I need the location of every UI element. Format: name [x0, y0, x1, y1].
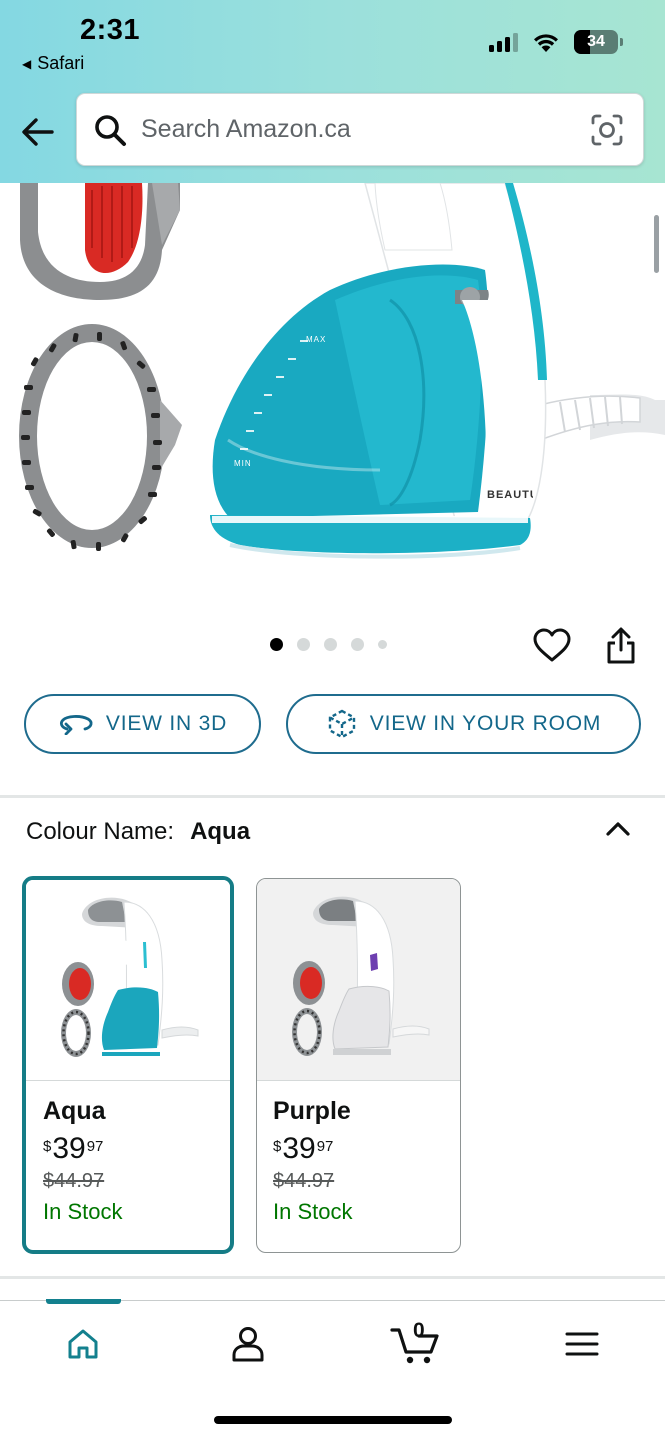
colour-label: Colour Name:	[26, 818, 175, 845]
colour-selector-header: Colour Name: Aqua	[26, 818, 250, 846]
back-app-label: Safari	[37, 53, 85, 73]
nav-account[interactable]	[213, 1319, 283, 1369]
rotate-3d-icon	[59, 715, 93, 735]
home-icon	[68, 1329, 98, 1359]
brand-mark: BEAUTURAL	[487, 489, 533, 501]
heart-icon[interactable]	[532, 626, 572, 666]
chevron-up-icon[interactable]	[602, 813, 634, 845]
arrow-left-icon[interactable]	[18, 112, 58, 152]
option-price: $ 39 97	[43, 1132, 104, 1165]
option-price: $ 39 97	[273, 1132, 334, 1165]
view-in-3d-label: VIEW IN 3D	[105, 712, 228, 735]
colour-option-aqua[interactable]: Aqua $ 39 97 $44.97 In Stock	[22, 876, 234, 1254]
colour-option-purple[interactable]: Purple $ 39 97 $44.97 In Stock	[256, 878, 461, 1253]
tank-max-label: MAX	[306, 335, 327, 344]
hamburger-icon	[565, 1332, 599, 1356]
colour-option-name: Purple	[273, 1097, 351, 1125]
cellular-signal-icon	[489, 32, 518, 52]
product-photo	[19, 183, 665, 559]
section-divider	[0, 795, 665, 798]
nav-menu[interactable]	[547, 1319, 617, 1369]
nav-cart[interactable]: 0	[380, 1319, 450, 1369]
steamer-thumbnail	[61, 897, 199, 1057]
bristle-ring-attachment	[19, 324, 182, 551]
view-in-your-room-label: VIEW IN YOUR ROOM	[369, 712, 602, 735]
home-indicator[interactable]	[214, 1416, 452, 1424]
option-list-price: $44.97	[273, 1170, 335, 1192]
view-in-3d-button[interactable]: VIEW IN 3D	[24, 694, 261, 754]
search-input[interactable]	[141, 115, 589, 144]
cart-count-badge: 0	[413, 1319, 425, 1342]
swatch-thumbnail	[257, 879, 460, 1081]
option-availability: In Stock	[273, 1199, 353, 1224]
app-header: 2:31 ◀ Safari 34	[0, 0, 665, 183]
carousel-dot[interactable]	[270, 638, 283, 651]
view-in-your-room-button[interactable]: VIEW IN YOUR ROOM	[286, 694, 641, 754]
wifi-icon	[534, 34, 558, 52]
page-scrollbar[interactable]	[654, 215, 659, 273]
image-carousel-dots[interactable]	[270, 638, 387, 651]
carousel-dot[interactable]	[324, 638, 337, 651]
search-bar[interactable]	[76, 93, 644, 166]
camera-lens-icon[interactable]	[589, 112, 625, 148]
colour-selected-value: Aqua	[190, 818, 251, 845]
status-icons: 34	[489, 30, 623, 54]
carousel-dot[interactable]	[378, 640, 387, 649]
share-icon[interactable]	[601, 626, 641, 666]
back-triangle-icon: ◀	[22, 56, 32, 71]
status-time: 2:31	[80, 14, 141, 46]
colour-option-name: Aqua	[43, 1097, 106, 1125]
product-image[interactable]: MAX MIN BEAUTURAL	[0, 183, 665, 603]
steamer-thumbnail	[292, 896, 430, 1056]
steamer-body	[210, 183, 665, 559]
battery-level: 34	[587, 33, 605, 50]
magnifier-icon[interactable]	[93, 113, 127, 147]
carousel-dot[interactable]	[297, 638, 310, 651]
red-brush-attachment	[20, 183, 180, 300]
back-to-app-link[interactable]: ◀ Safari	[22, 53, 84, 74]
ar-cube-icon	[328, 709, 355, 739]
option-availability: In Stock	[43, 1199, 123, 1224]
carousel-dot[interactable]	[351, 638, 364, 651]
section-divider	[0, 1276, 665, 1279]
person-icon	[232, 1327, 264, 1362]
battery-indicator: 34	[574, 30, 623, 54]
option-list-price: $44.97	[43, 1170, 105, 1192]
nav-home[interactable]	[48, 1319, 118, 1369]
active-tab-indicator	[46, 1299, 121, 1304]
tank-min-label: MIN	[234, 459, 252, 468]
swatch-thumbnail	[26, 880, 230, 1081]
battery-icon: 34	[574, 30, 618, 54]
